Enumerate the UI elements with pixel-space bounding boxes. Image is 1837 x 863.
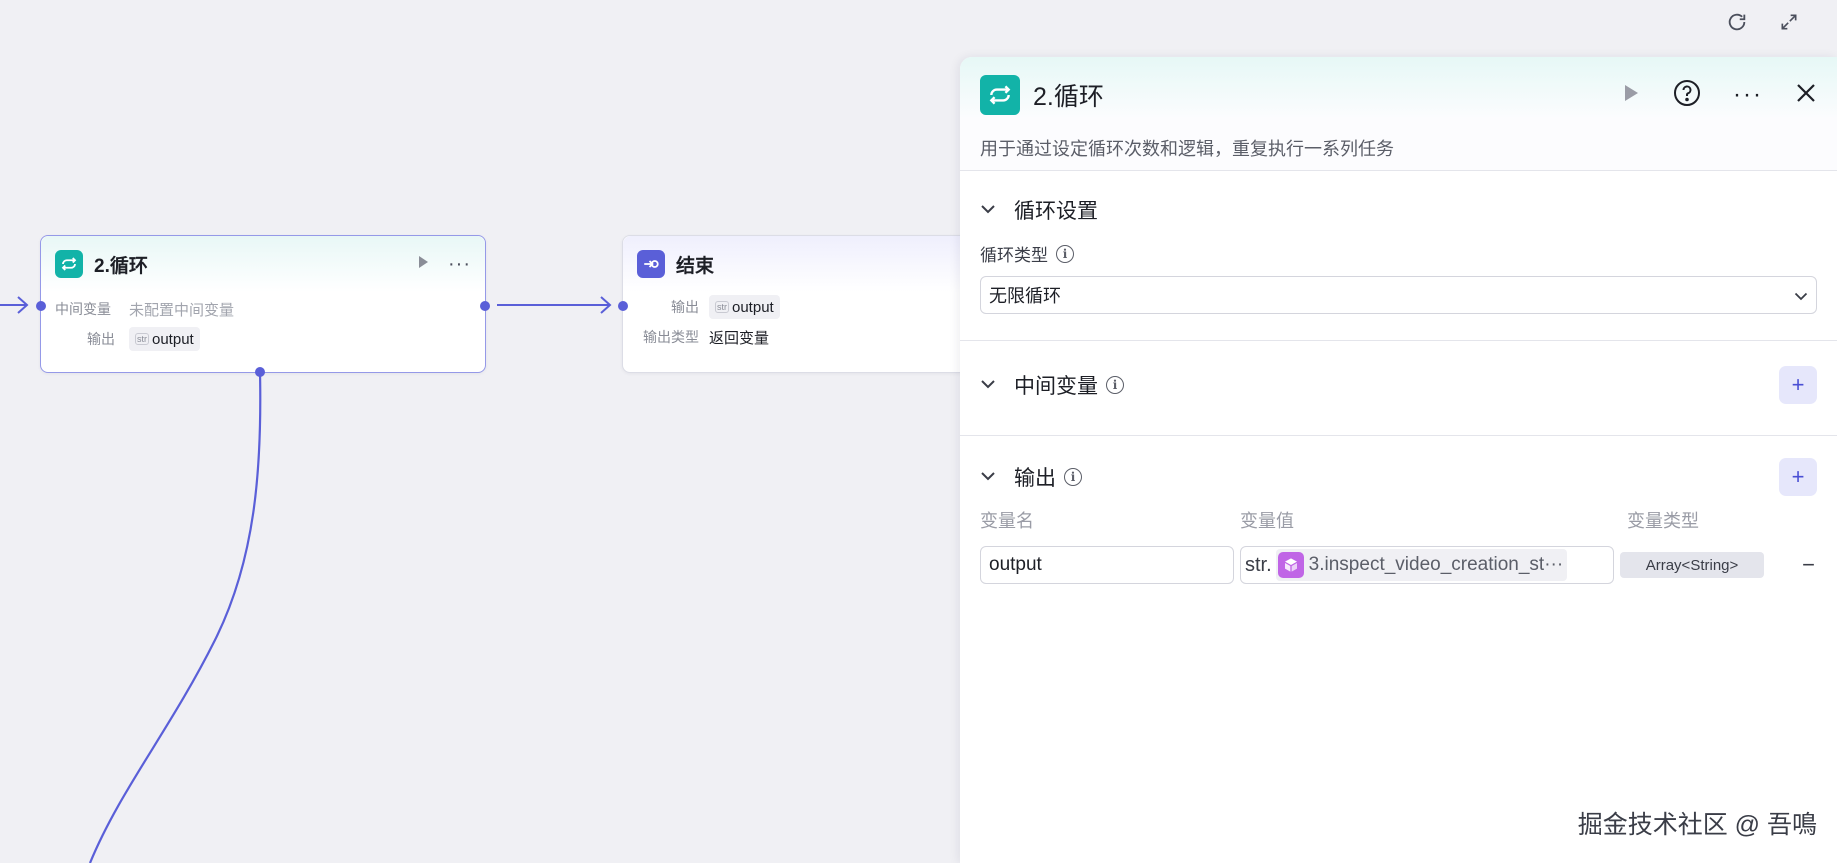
output-label: 输出 — [87, 331, 115, 347]
variable-type-badge: Array<String> — [1620, 552, 1764, 578]
loop-icon — [980, 75, 1020, 115]
close-icon[interactable] — [1795, 82, 1817, 109]
end-icon — [637, 250, 665, 278]
loop-type-label: 循环类型 — [980, 246, 1048, 265]
end-output-row: 输出 str output — [623, 292, 981, 322]
loop-settings-title: 循环设置 — [1014, 200, 1098, 223]
loop-node-title: 2.循环 — [94, 255, 148, 277]
end-type-label: 输出类型 — [643, 329, 699, 345]
loop-type-select[interactable]: 无限循环 — [980, 276, 1817, 314]
column-header-value: 变量值 — [1240, 511, 1294, 531]
column-header-name: 变量名 — [980, 511, 1034, 531]
edge-loop-to-end-arrow — [600, 296, 612, 314]
end-node-title: 结束 — [676, 255, 715, 277]
run-icon[interactable] — [1621, 83, 1641, 108]
end-node[interactable]: 结束 输出 str output 输出类型 返回变量 — [618, 235, 982, 373]
info-icon[interactable]: i — [1056, 244, 1074, 263]
intermediate-value: 未配置中间变量 — [129, 301, 235, 319]
intermediate-header[interactable]: 中间变量 i — [980, 366, 1817, 404]
node-config-panel: 2.循环 ··· 用于通过设定循环次数和逻辑，重复执行一系列任务 循环设置 循环… — [960, 57, 1837, 863]
chevron-down-icon[interactable] — [980, 201, 1000, 219]
help-icon[interactable] — [1673, 79, 1701, 112]
run-icon[interactable] — [416, 255, 430, 274]
loop-body-port[interactable] — [255, 367, 265, 377]
add-output-button[interactable]: + — [1779, 458, 1817, 496]
loop-intermediate-row: 中间变量 未配置中间变量 — [41, 294, 485, 324]
add-intermediate-button[interactable]: + — [1779, 366, 1817, 404]
loop-node-header: 2.循环 ··· — [41, 236, 485, 292]
loop-input-port[interactable] — [36, 301, 46, 311]
end-input-port[interactable] — [618, 301, 628, 311]
intermediate-label: 中间变量 — [55, 301, 111, 317]
more-icon[interactable]: ··· — [448, 253, 471, 276]
value-ref-chip[interactable]: 3.inspect_video_creation_st··· — [1275, 549, 1568, 581]
intermediate-title: 中间变量 — [1014, 375, 1098, 398]
variable-value-ref[interactable]: str. 3.inspect_video_creation_st··· — [1240, 546, 1614, 584]
end-type-value: 返回变量 — [709, 329, 770, 347]
chevron-down-icon[interactable] — [980, 376, 1000, 394]
output-section: 输出 i + 变量名 变量值 变量类型 output str. 3.inspec… — [960, 436, 1837, 585]
output-tag: str output — [129, 327, 200, 351]
info-icon[interactable]: i — [1064, 468, 1082, 486]
panel-description: 用于通过设定循环次数和逻辑，重复执行一系列任务 — [980, 139, 1394, 159]
loop-settings-header[interactable]: 循环设置 — [980, 191, 1817, 229]
end-output-label: 输出 — [671, 299, 699, 315]
end-node-header: 结束 — [623, 236, 981, 292]
output-header[interactable]: 输出 i — [980, 458, 1817, 496]
watermark: 掘金技术社区 @ 吾鳴 — [1577, 811, 1817, 839]
remove-row-button[interactable]: − — [1802, 552, 1815, 578]
column-header-type: 变量类型 — [1627, 511, 1699, 531]
loop-type-value: 无限循环 — [989, 286, 1061, 306]
loop-node[interactable]: 2.循环 ··· 中间变量 未配置中间变量 输出 str output — [36, 235, 490, 377]
output-title: 输出 — [1014, 467, 1056, 490]
panel-header: 2.循环 ··· 用于通过设定循环次数和逻辑，重复执行一系列任务 — [960, 57, 1837, 171]
loop-settings-section: 循环设置 循环类型 i 无限循环 — [960, 171, 1837, 341]
value-prefix: str. — [1245, 553, 1272, 576]
output-row: output str. 3.inspect_video_creation_st·… — [980, 545, 1817, 585]
more-icon[interactable]: ··· — [1733, 81, 1763, 109]
chevron-down-icon[interactable] — [980, 468, 1000, 486]
loop-icon — [55, 250, 83, 278]
end-type-row: 输出类型 返回变量 — [623, 322, 981, 352]
loop-type-label-row: 循环类型 i — [980, 241, 1817, 266]
refresh-icon[interactable] — [1723, 8, 1751, 36]
output-column-headers: 变量名 变量值 变量类型 — [980, 508, 1817, 532]
variable-name-input[interactable]: output — [980, 546, 1234, 584]
loop-output-row: 输出 str output — [41, 324, 485, 354]
end-output-tag: str output — [709, 295, 780, 319]
loop-output-port[interactable] — [480, 301, 490, 311]
fullscreen-icon[interactable] — [1775, 8, 1803, 36]
info-icon[interactable]: i — [1106, 376, 1124, 394]
edge-incoming-arrow — [17, 296, 29, 314]
chevron-down-icon — [1794, 285, 1808, 306]
node-ref-icon — [1277, 552, 1304, 578]
panel-title: 2.循环 — [1033, 83, 1104, 111]
edge-loop-body — [88, 371, 262, 863]
intermediate-section: 中间变量 i + — [960, 341, 1837, 436]
